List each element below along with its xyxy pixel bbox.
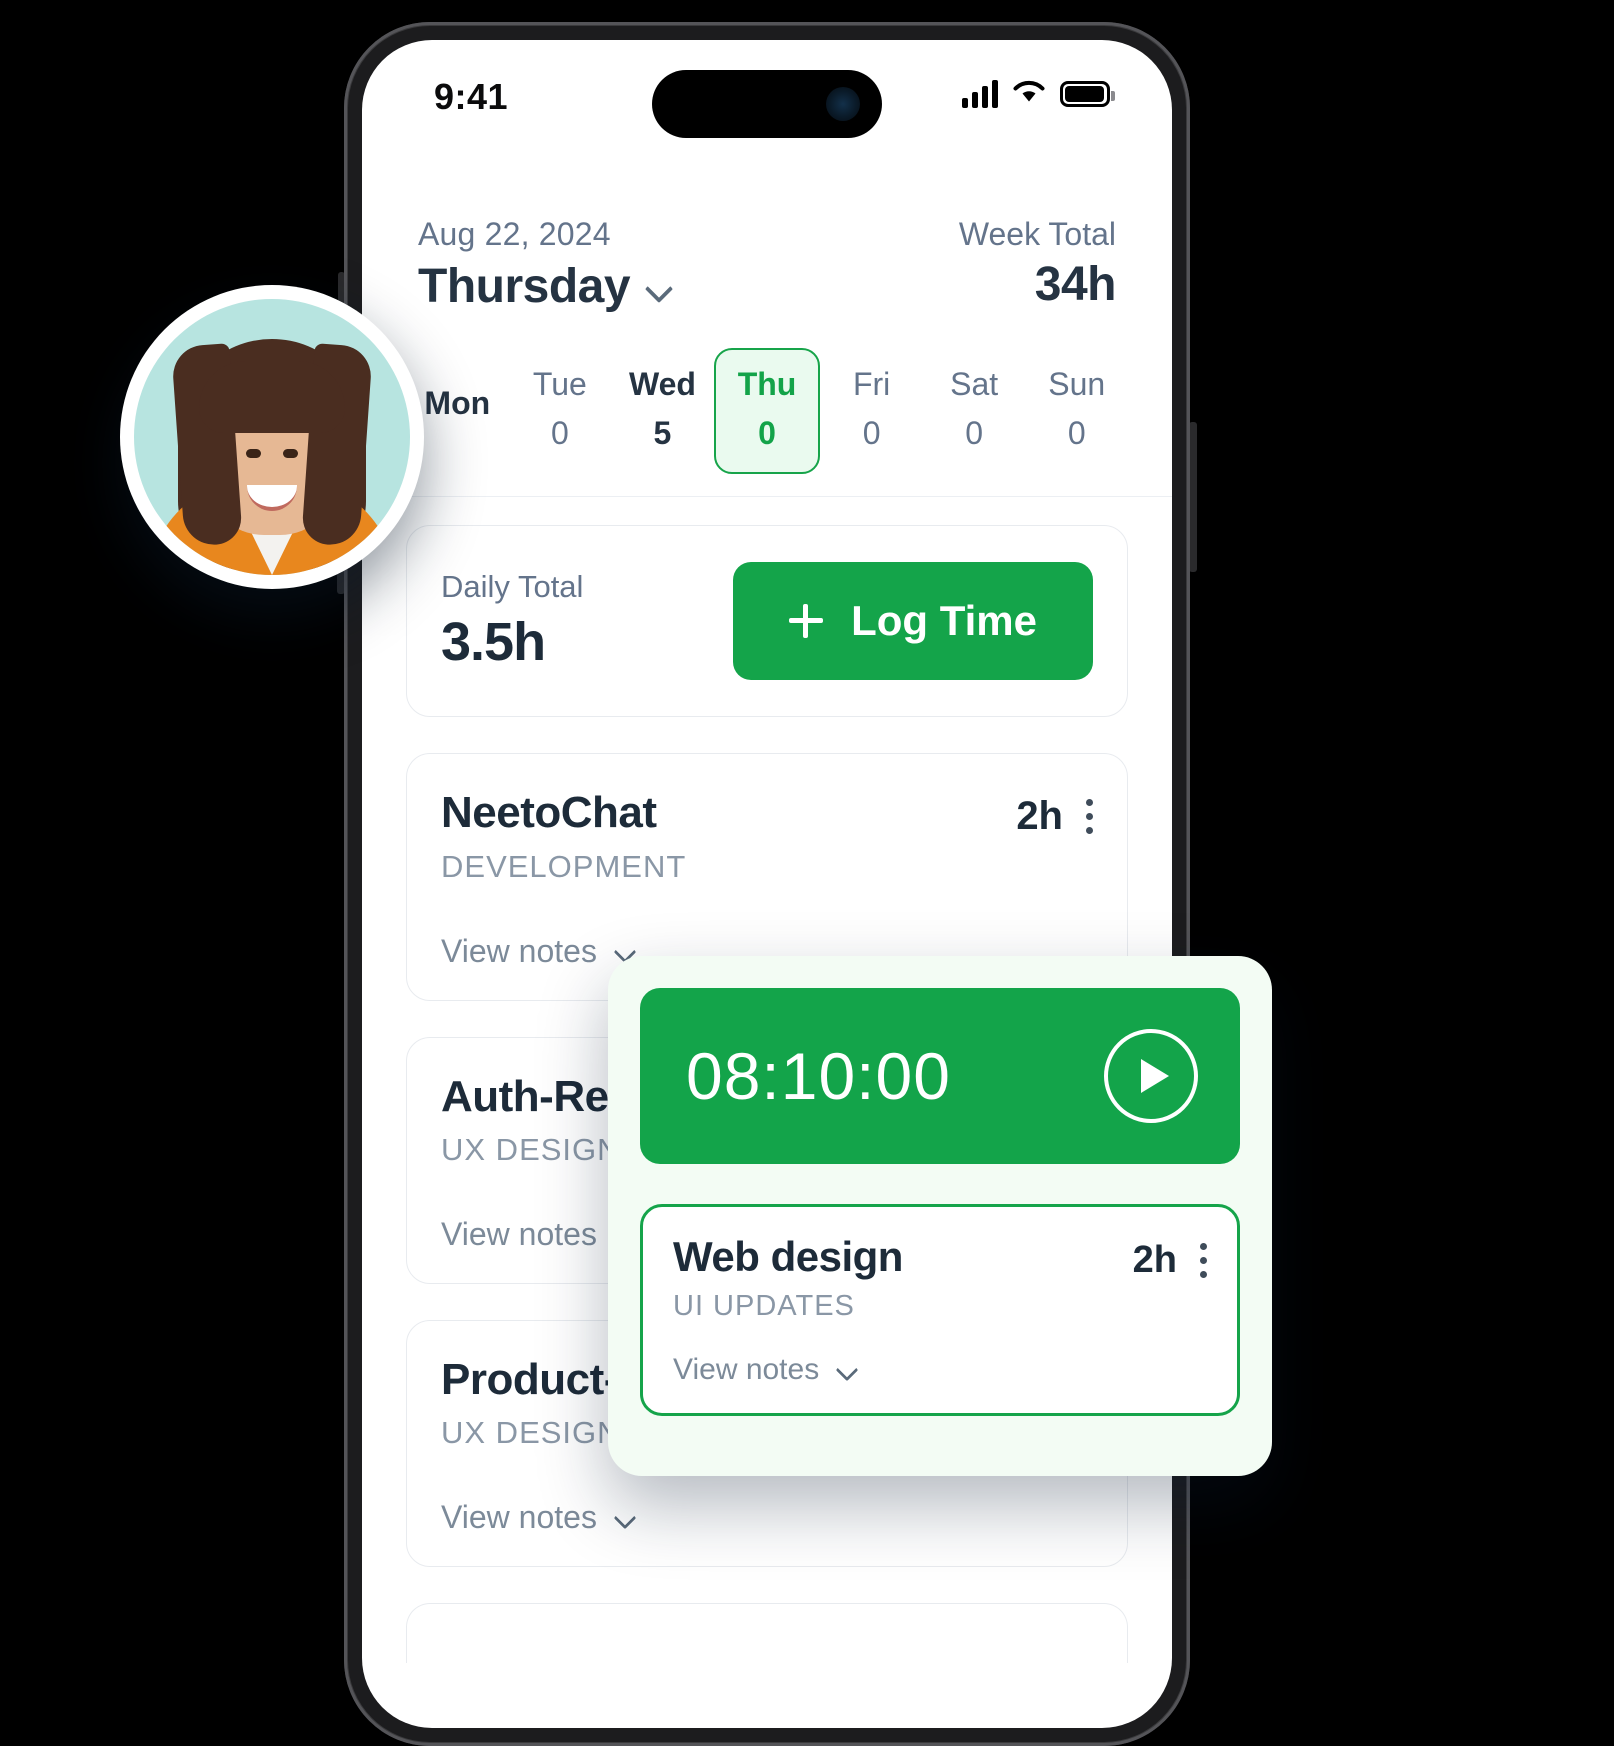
chevron-down-icon <box>615 1507 637 1529</box>
daily-total-block: Daily Total 3.5h <box>441 569 583 673</box>
day-cell-fri[interactable]: Fri 0 <box>820 348 923 474</box>
daily-total-card: Daily Total 3.5h Log Time <box>406 525 1128 717</box>
task-card-partial[interactable] <box>406 1603 1128 1663</box>
cellular-signal-icon <box>962 79 998 108</box>
task-category: UI UPDATES <box>673 1290 855 1322</box>
view-notes-toggle[interactable]: View notes <box>673 1353 1207 1387</box>
divider <box>362 496 1172 497</box>
day-hours: 0 <box>758 415 776 451</box>
day-hours: 0 <box>1067 415 1086 451</box>
task-category: DEVELOPMENT <box>441 849 687 884</box>
week-day-strip: Mon Tue 0 Wed 5 Thu 0 Fri 0 Sat 0 Sun 0 <box>362 348 1172 474</box>
day-cell-tue[interactable]: Tue 0 <box>509 348 612 474</box>
current-date: Aug 22, 2024 <box>418 216 611 252</box>
day-label: Fri <box>852 366 891 402</box>
avatar-eye-left <box>246 449 261 458</box>
kebab-menu-icon[interactable] <box>1199 1243 1207 1278</box>
log-time-label: Log Time <box>851 597 1037 644</box>
avatar-fringe <box>199 361 345 433</box>
task-hours: 2h <box>1132 1239 1177 1281</box>
task-title: NeetoChat <box>441 788 657 837</box>
day-label: Sun <box>1048 366 1106 402</box>
app-header: Aug 22, 2024 Thursday Week Total 34h <box>362 150 1172 314</box>
day-cell-sun[interactable]: Sun 0 <box>1025 348 1128 474</box>
view-notes-label: View notes <box>441 1499 597 1535</box>
day-name: Thursday <box>418 260 631 313</box>
screenshot-stage: 9:41 Aug 22, 2024 Thursday Week Total 34… <box>0 0 1614 1746</box>
daily-total-value: 3.5h <box>441 612 546 672</box>
view-notes-label: View notes <box>441 933 597 969</box>
day-label: Sat <box>950 366 999 402</box>
task-header: NeetoChat 2h <box>441 788 1093 839</box>
day-hours: 5 <box>653 415 672 451</box>
day-hours: 0 <box>550 415 569 451</box>
view-notes-label: View notes <box>441 1216 597 1252</box>
daily-total-label: Daily Total <box>441 569 584 604</box>
week-total-value: 34h <box>1034 258 1117 311</box>
day-label: Mon <box>424 384 491 421</box>
week-total: Week Total 34h <box>958 216 1117 312</box>
day-cell-thu[interactable]: Thu 0 <box>713 348 821 474</box>
day-cell-sat[interactable]: Sat 0 <box>923 348 1026 474</box>
task-meta: 2h <box>1016 788 1093 839</box>
plus-icon <box>789 604 824 638</box>
timer-bar: 08:10:00 <box>640 988 1240 1164</box>
avatar-eye-right <box>283 449 298 458</box>
kebab-menu-icon[interactable] <box>1085 799 1093 834</box>
day-hours: 0 <box>965 415 984 451</box>
day-cell-wed[interactable]: Wed 5 <box>611 348 714 474</box>
timer-elapsed: 08:10:00 <box>686 1039 951 1113</box>
view-notes-label: View notes <box>673 1353 820 1386</box>
dynamic-island <box>652 70 882 138</box>
chevron-down-icon[interactable] <box>646 274 672 300</box>
task-hours: 2h <box>1016 794 1063 838</box>
play-icon[interactable] <box>1104 1029 1198 1123</box>
chevron-down-icon <box>837 1359 859 1381</box>
day-label: Thu <box>737 366 797 402</box>
status-bar: 9:41 <box>362 40 1172 150</box>
status-time: 9:41 <box>434 76 509 117</box>
log-time-button[interactable]: Log Time <box>733 562 1093 680</box>
floating-timer-panel: 08:10:00 Web design 2h UI UPDATES View n… <box>608 956 1272 1476</box>
phone-frame: 9:41 Aug 22, 2024 Thursday Week Total 34… <box>337 22 1197 1746</box>
power-button[interactable] <box>1189 422 1197 572</box>
task-header: Web design 2h <box>673 1233 1207 1282</box>
front-camera-icon <box>826 87 860 121</box>
day-label: Wed <box>628 366 696 402</box>
day-hours: 0 <box>862 415 881 451</box>
view-notes-toggle[interactable]: View notes <box>441 1499 1093 1536</box>
header-left: Aug 22, 2024 Thursday <box>418 216 672 314</box>
week-total-label: Week Total <box>958 216 1116 252</box>
status-icons <box>962 78 1115 109</box>
wifi-icon <box>1012 78 1046 109</box>
avatar <box>120 285 424 589</box>
task-title: Web design <box>673 1233 903 1280</box>
task-meta: 2h <box>1133 1233 1207 1282</box>
timer-task-card[interactable]: Web design 2h UI UPDATES View notes <box>640 1204 1240 1416</box>
avatar-photo <box>134 299 410 575</box>
day-label: Tue <box>532 366 587 402</box>
battery-icon <box>1060 80 1115 107</box>
day-selector[interactable]: Thursday <box>418 259 672 314</box>
